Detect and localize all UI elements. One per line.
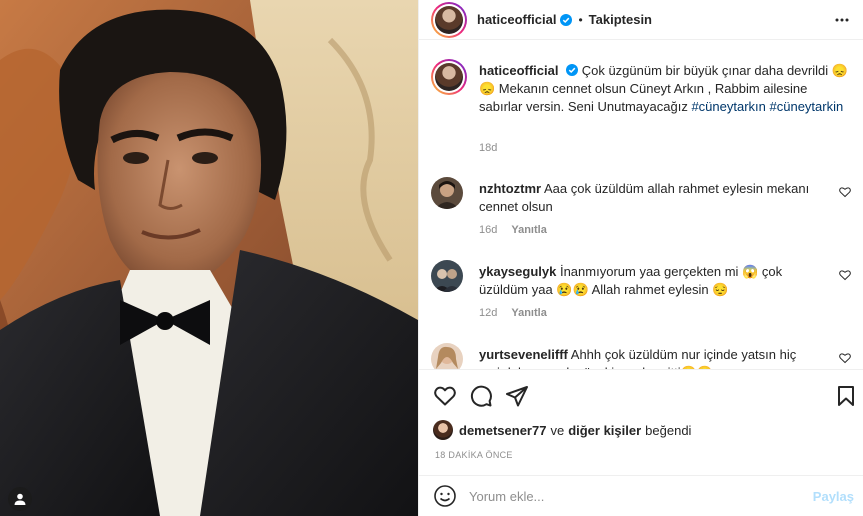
- comment-meta: 16d Yanıtla: [479, 224, 547, 236]
- commenter-avatar[interactable]: [431, 343, 463, 369]
- comment-meta: 12d Yanıtla: [479, 307, 547, 319]
- caption-author-avatar[interactable]: [431, 59, 467, 95]
- commenter-avatar[interactable]: [431, 177, 463, 209]
- other-likers-link[interactable]: diğer kişiler: [568, 423, 641, 438]
- comment-time[interactable]: 12d: [479, 307, 497, 319]
- emoji-icon[interactable]: [433, 484, 457, 508]
- hashtag-link[interactable]: #cüneytarkin: [770, 99, 844, 114]
- comment-input[interactable]: [469, 488, 789, 504]
- post-timestamp[interactable]: 18 DAKİKA ÖNCE: [435, 450, 513, 460]
- post-image[interactable]: [0, 0, 418, 516]
- portrait-photo: [0, 0, 418, 516]
- more-options-icon[interactable]: [834, 12, 850, 28]
- liker-username[interactable]: demetsener77: [459, 423, 546, 438]
- likes-summary: demetsener77 ve diğer kişiler beğendi: [433, 420, 691, 440]
- user-tag-button[interactable]: [8, 487, 32, 511]
- post-header: haticeofficial • Takiptesin: [419, 0, 863, 40]
- reply-button[interactable]: Yanıtla: [511, 307, 546, 319]
- commenter-avatar[interactable]: [431, 260, 463, 292]
- header-separator: •: [578, 12, 583, 27]
- reply-button[interactable]: Yanıtla: [511, 224, 546, 236]
- comment-like-icon[interactable]: [839, 186, 851, 198]
- add-comment-bar: Paylaş: [419, 475, 863, 516]
- comment-text-block: yurtsevenelifff Ahhh çok üzüldüm nur içi…: [479, 346, 819, 369]
- post-comment-button[interactable]: Paylaş: [813, 489, 854, 504]
- caption-text-block: haticeofficial Çok üzgünüm bir büyük çın…: [479, 62, 849, 116]
- user-tag-icon: [14, 493, 26, 505]
- comment-text-block: nzhtoztmr Aaa çok üzüldüm allah rahmet e…: [479, 180, 819, 216]
- likes-suffix: beğendi: [645, 422, 692, 438]
- commenter-username[interactable]: yurtsevenelifff: [479, 347, 568, 362]
- verified-badge-icon: [566, 64, 579, 76]
- bookmark-icon[interactable]: [834, 384, 858, 408]
- likes-connector: ve: [550, 422, 565, 438]
- liker-avatar[interactable]: [433, 420, 453, 440]
- commenter-username[interactable]: nzhtoztmr: [479, 181, 541, 196]
- comment-like-icon[interactable]: [839, 269, 851, 281]
- commenter-username[interactable]: ykaysegulyk: [479, 264, 556, 279]
- post-details-panel: haticeofficial • Takiptesin haticeoffici…: [418, 0, 863, 516]
- comment-icon[interactable]: [469, 384, 493, 408]
- share-icon[interactable]: [505, 384, 529, 408]
- hashtag-link[interactable]: #cüneytarkın: [691, 99, 765, 114]
- verified-badge-icon: [560, 13, 573, 26]
- comment-like-icon[interactable]: [839, 352, 851, 364]
- author-avatar[interactable]: [431, 1, 467, 38]
- comment-time[interactable]: 16d: [479, 224, 497, 236]
- comments-scroll-area[interactable]: haticeofficial Çok üzgünüm bir büyük çın…: [419, 41, 863, 369]
- comment-text-block: ykaysegulyk İnanmıyorum yaa gerçekten mi…: [479, 263, 819, 299]
- caption-username[interactable]: haticeofficial: [479, 63, 558, 78]
- heart-icon[interactable]: [433, 384, 457, 408]
- caption-time[interactable]: 18d: [479, 142, 497, 154]
- author-username[interactable]: haticeofficial: [477, 12, 556, 27]
- following-status-button[interactable]: Takiptesin: [589, 12, 652, 27]
